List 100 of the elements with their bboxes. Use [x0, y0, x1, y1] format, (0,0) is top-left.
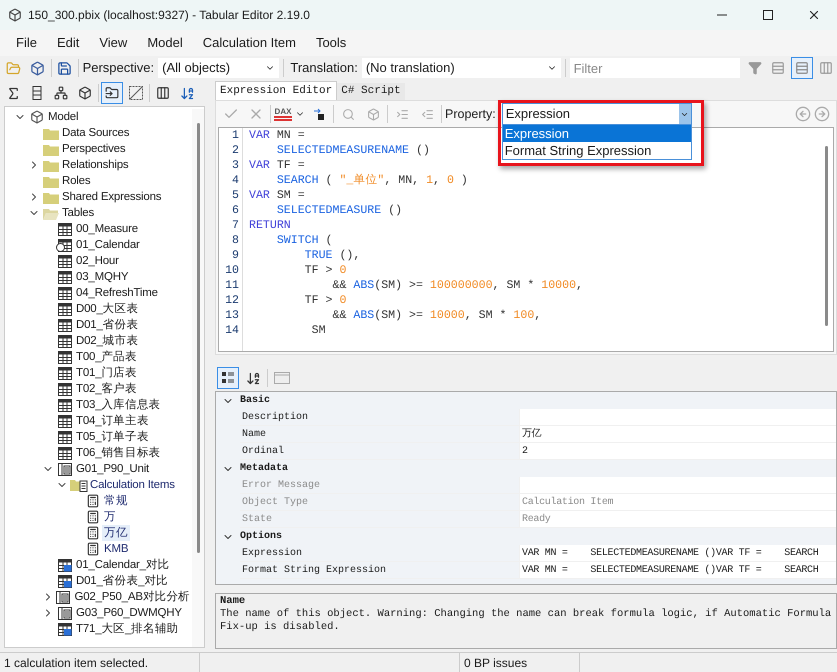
tree-item[interactable]: D01_省份表_对比: [74, 573, 170, 589]
tree-item[interactable]: T02_客户表: [74, 381, 139, 397]
line-number: 14: [225, 323, 239, 338]
tree-item[interactable]: D01_省份表: [74, 317, 140, 333]
dax-format-button[interactable]: DAX: [274, 108, 292, 120]
tree-item[interactable]: Calculation Items: [88, 477, 177, 493]
line-number: 13: [225, 308, 239, 323]
property-value[interactable]: VAR MN = SELECTEDMEASURENAME ()VAR TF = SEARCH: [520, 545, 836, 562]
property-value[interactable]: 万亿: [520, 426, 836, 443]
code-line: TF > 0: [304, 293, 346, 308]
calculator-icon: [86, 494, 100, 508]
tree-item[interactable]: T04_订单主表: [74, 413, 151, 429]
formula-table-icon: [58, 622, 72, 636]
property-name[interactable]: Description: [240, 409, 520, 426]
status-message: 1 calculation item selected.: [0, 653, 200, 672]
property-select[interactable]: Expression: [502, 103, 692, 125]
tree-item[interactable]: G01_P90_Unit: [74, 461, 152, 477]
menu-item[interactable]: Model: [137, 33, 193, 53]
folder-icon: [42, 190, 58, 204]
property-value[interactable]: 2: [520, 443, 836, 460]
code-line: TRUE (),: [304, 248, 360, 263]
code-line: RETURN: [249, 218, 291, 233]
layout-icon[interactable]: [791, 57, 814, 79]
calculator-icon: [86, 542, 100, 556]
property-name[interactable]: Format String Expression: [240, 562, 520, 579]
editor-tab[interactable]: C# Script: [337, 83, 405, 100]
menu-item[interactable]: Calculation Item: [192, 33, 306, 53]
tree-item[interactable]: 01_Calendar: [74, 237, 142, 253]
tree-item[interactable]: Model: [46, 109, 80, 125]
tree-item[interactable]: T05_订单子表: [74, 429, 151, 445]
property-name[interactable]: Expression: [240, 545, 520, 562]
tree-item[interactable]: 万: [102, 509, 118, 525]
categorized-icon[interactable]: [217, 367, 239, 389]
perspective-select[interactable]: (All objects): [158, 58, 280, 78]
category-heading[interactable]: Options: [240, 529, 282, 544]
tree-item[interactable]: G02_P50_AB对比分析: [72, 589, 192, 605]
tree-item[interactable]: T06_销售目标表: [74, 445, 162, 461]
line-number: 10: [225, 263, 239, 278]
editor-tab[interactable]: Expression Editor: [215, 81, 338, 100]
tree-item[interactable]: Shared Expressions: [60, 189, 164, 205]
dropdown-option[interactable]: Format String Expression: [502, 142, 691, 159]
code-line: VAR SM =: [249, 188, 305, 203]
calculator-table-icon: [58, 462, 72, 476]
category-heading[interactable]: Metadata: [240, 461, 288, 476]
tree-item[interactable]: Tables: [60, 205, 96, 221]
property-value[interactable]: VAR MN = SELECTEDMEASURENAME ()VAR TF = SEARCH: [520, 562, 836, 579]
tree-item[interactable]: Data Sources: [60, 125, 132, 141]
tree-item[interactable]: D02_城市表: [74, 333, 140, 349]
tree-item[interactable]: Relationships: [60, 157, 130, 173]
tree-item[interactable]: 万亿: [102, 525, 130, 541]
maximize-icon[interactable]: [763, 10, 773, 20]
table-icon: [58, 318, 72, 332]
close-icon[interactable]: [807, 8, 821, 22]
tree-item[interactable]: Roles: [60, 173, 92, 189]
menu-item[interactable]: Tools: [306, 33, 356, 53]
calculator-table-icon: [58, 606, 72, 620]
tree-item[interactable]: 04_RefreshTime: [74, 285, 160, 301]
tree-item[interactable]: 02_Hour: [74, 253, 121, 269]
line-number: 9: [232, 248, 239, 263]
description-text: The name of this object. Warning: Changing the name can break formula logic, if Automatic Formula Fix-up is disabled.: [220, 608, 832, 634]
menu-item[interactable]: View: [89, 33, 138, 53]
category-heading[interactable]: Basic: [240, 393, 270, 408]
table-icon: [58, 286, 72, 300]
tree-item[interactable]: T71_大区_排名辅助: [74, 621, 180, 637]
formula-table-icon: [58, 558, 72, 572]
code-line: && ABS(SM) >= 10000, SM * 100,: [331, 308, 542, 323]
menu-item[interactable]: File: [6, 33, 47, 53]
tree-item[interactable]: T01_门店表: [74, 365, 139, 381]
property-label: Property:: [445, 106, 496, 123]
tree-item[interactable]: KMB: [102, 541, 130, 557]
table-icon: [58, 382, 72, 396]
table-icon: [58, 446, 72, 460]
code-editor[interactable]: [218, 127, 834, 352]
line-number: 7: [232, 218, 239, 233]
tree-item[interactable]: 常规: [102, 493, 130, 509]
tree-item[interactable]: T00_产品表: [74, 349, 139, 365]
code-line: SELECTEDMEASURENAME (): [276, 143, 430, 158]
tree-item[interactable]: T03_入库信息表: [74, 397, 162, 413]
tree-item[interactable]: Perspectives: [60, 141, 128, 157]
property-name[interactable]: Name: [240, 426, 520, 443]
menu-item[interactable]: Edit: [46, 33, 90, 53]
table-icon: [58, 254, 72, 268]
window-title: 150_300.pbix (localhost:9327) - Tabular Editor 2.19.0: [28, 7, 310, 24]
table-icon: [58, 350, 72, 364]
filter-field[interactable]: Filter: [570, 58, 740, 78]
table-icon: [58, 222, 72, 236]
tree-item[interactable]: 01_Calendar_对比: [74, 557, 172, 573]
line-number: 6: [232, 203, 239, 218]
tree-item[interactable]: 00_Measure: [74, 221, 140, 237]
tree-item[interactable]: 03_MQHY: [74, 269, 130, 285]
line-number: 3: [232, 158, 239, 173]
table-icon: [58, 334, 72, 348]
table-icon: [58, 302, 72, 316]
translation-select[interactable]: (No translation): [362, 58, 561, 78]
folder-icon[interactable]: [101, 82, 123, 104]
tree-item[interactable]: D00_大区表: [74, 301, 140, 317]
code-line: VAR TF =: [249, 158, 305, 173]
scrollbar[interactable]: [192, 109, 204, 647]
dropdown-option[interactable]: Expression: [502, 125, 691, 142]
tree-item[interactable]: G03_P60_DWMQHY: [74, 605, 184, 621]
